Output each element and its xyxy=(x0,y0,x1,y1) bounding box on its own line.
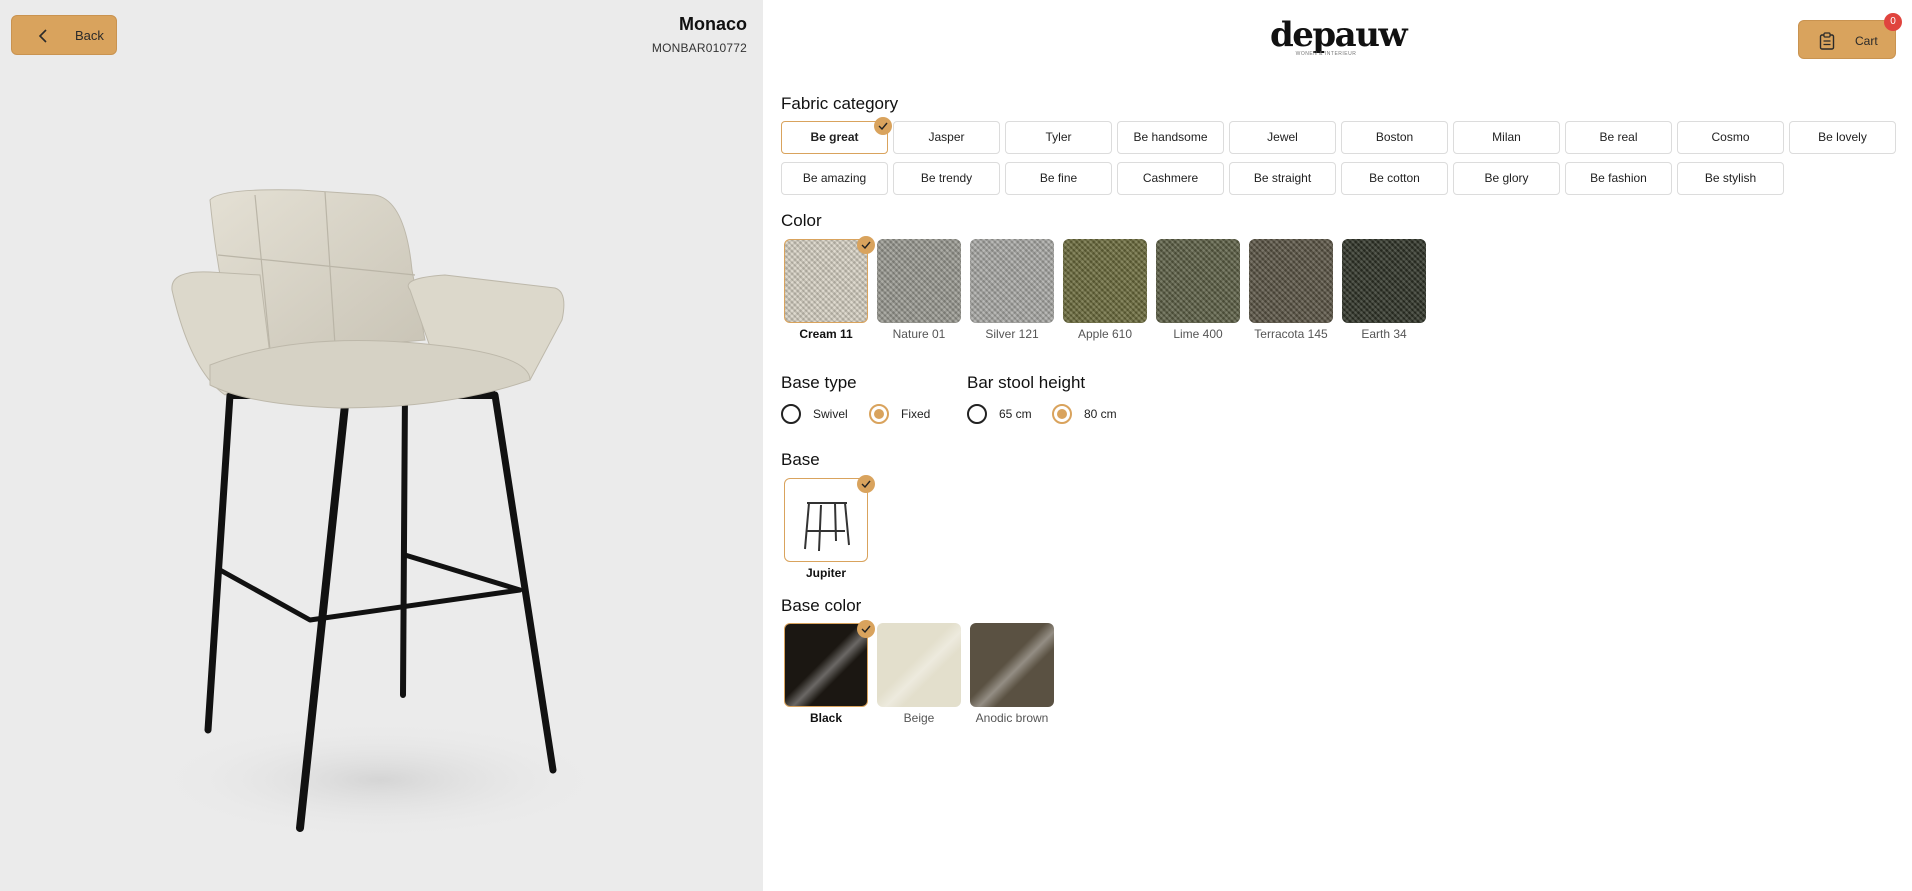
selected-check-icon xyxy=(857,236,875,254)
logo-wordmark: depauw xyxy=(1270,15,1408,55)
base-color-swatch[interactable] xyxy=(970,623,1054,707)
product-preview-pane: Back Monaco MONBAR010772 xyxy=(0,0,763,891)
base-color-label: Black xyxy=(809,711,843,725)
color-label: Nature 01 xyxy=(892,327,946,341)
jupiter-base-icon xyxy=(804,502,850,552)
base-color-title: Base color xyxy=(781,596,862,615)
base-color-swatch[interactable] xyxy=(877,623,961,707)
radio-label: 80 cm xyxy=(1084,407,1117,421)
brand-logo[interactable]: depauw WONEN & INTERIEUR xyxy=(1270,15,1408,60)
color-swatch[interactable] xyxy=(784,239,868,323)
base-type-swivel-radio[interactable]: Swivel xyxy=(781,404,848,424)
fabric-category-title: Fabric category xyxy=(781,94,899,113)
selected-check-icon xyxy=(857,475,875,493)
fabric-chip[interactable]: Cosmo xyxy=(1677,121,1784,154)
fabric-chip[interactable]: Be real xyxy=(1565,121,1672,154)
clipboard-icon xyxy=(1819,32,1835,50)
fabric-chip[interactable]: Be stylish xyxy=(1677,162,1784,195)
radio-label: 65 cm xyxy=(999,407,1032,421)
cart-count-badge: 0 xyxy=(1884,13,1902,31)
product-title-block: Monaco MONBAR010772 xyxy=(652,14,747,55)
fabric-chip[interactable]: Be amazing xyxy=(781,162,888,195)
fabric-chip[interactable]: Be lovely xyxy=(1789,121,1896,154)
color-label: Cream 11 xyxy=(799,327,853,341)
back-button[interactable]: Back xyxy=(11,15,117,55)
base-option-jupiter[interactable] xyxy=(784,478,868,562)
radio-circle xyxy=(869,404,889,424)
selected-check-icon xyxy=(857,620,875,638)
radio-circle xyxy=(967,404,987,424)
product-name: Monaco xyxy=(678,14,747,34)
base-color-label: Beige xyxy=(903,711,935,725)
cart-button[interactable]: Cart xyxy=(1798,20,1896,59)
radio-label: Fixed xyxy=(901,407,931,421)
fabric-chip[interactable]: Milan xyxy=(1453,121,1560,154)
color-swatch[interactable] xyxy=(1063,239,1147,323)
color-swatch[interactable] xyxy=(970,239,1054,323)
back-button-label: Back xyxy=(75,28,104,43)
product-sku: MONBAR010772 xyxy=(651,41,747,55)
base-type-fixed-radio[interactable]: Fixed xyxy=(869,404,930,424)
base-color-swatch[interactable] xyxy=(784,623,868,707)
selected-check-icon xyxy=(874,117,892,135)
base-color-label: Anodic brown xyxy=(975,711,1049,725)
fabric-chip[interactable]: Be handsome xyxy=(1117,121,1224,154)
fabric-chip[interactable]: Jasper xyxy=(893,121,1000,154)
height-65-radio[interactable]: 65 cm xyxy=(967,404,1032,424)
radio-circle xyxy=(781,404,801,424)
color-label: Silver 121 xyxy=(985,327,1039,341)
fabric-chip[interactable]: Be straight xyxy=(1229,162,1336,195)
color-label: Terracota 145 xyxy=(1254,327,1328,341)
configurator-pane: depauw WONEN & INTERIEUR Cart 0 Fabric c… xyxy=(763,0,1912,891)
color-swatch[interactable] xyxy=(1249,239,1333,323)
fabric-chip[interactable]: Tyler xyxy=(1005,121,1112,154)
fabric-chip[interactable]: Be great xyxy=(781,121,888,154)
fabric-chip[interactable]: Be trendy xyxy=(893,162,1000,195)
fabric-chip[interactable]: Jewel xyxy=(1229,121,1336,154)
base-title: Base xyxy=(781,450,820,469)
color-label: Apple 610 xyxy=(1077,327,1133,341)
height-80-radio[interactable]: 80 cm xyxy=(1052,404,1117,424)
fabric-chip[interactable]: Be glory xyxy=(1453,162,1560,195)
color-swatch[interactable] xyxy=(1342,239,1426,323)
color-label: Lime 400 xyxy=(1173,327,1223,341)
chevron-left-icon xyxy=(38,29,47,43)
color-swatch[interactable] xyxy=(877,239,961,323)
fabric-chip[interactable]: Be fashion xyxy=(1565,162,1672,195)
color-label: Earth 34 xyxy=(1361,327,1407,341)
fabric-chip[interactable]: Be fine xyxy=(1005,162,1112,195)
bar-stool-height-title: Bar stool height xyxy=(967,373,1086,392)
color-swatch[interactable] xyxy=(1156,239,1240,323)
fabric-chip[interactable]: Be cotton xyxy=(1341,162,1448,195)
radio-label: Swivel xyxy=(813,407,848,421)
cart-button-label: Cart xyxy=(1855,34,1878,48)
fabric-chip[interactable]: Boston xyxy=(1341,121,1448,154)
base-option-label: Jupiter xyxy=(805,566,846,580)
product-image-bar-stool xyxy=(150,189,610,840)
base-type-title: Base type xyxy=(781,373,857,392)
radio-circle xyxy=(1052,404,1072,424)
color-title: Color xyxy=(781,211,822,230)
fabric-chip[interactable]: Cashmere xyxy=(1117,162,1224,195)
